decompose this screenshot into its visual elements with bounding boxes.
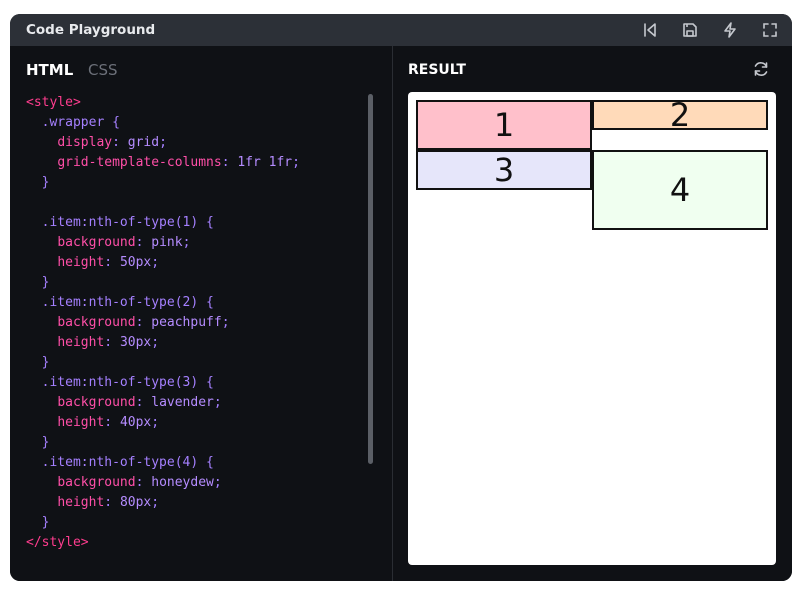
grid-item-2: 2: [592, 96, 768, 134]
editor-scrollbar[interactable]: [368, 94, 373, 464]
css-value: peachpuff: [151, 315, 222, 330]
style-close-tag: </style>: [26, 535, 89, 550]
close-brace: }: [41, 435, 50, 450]
code-editor-pane: HTML CSS <style> .wrapper { display: gri…: [10, 46, 392, 581]
css-value: pink: [151, 235, 183, 250]
code-editor[interactable]: <style> .wrapper { display: grid; grid-t…: [26, 93, 300, 553]
css-value: 50px: [119, 255, 152, 270]
css-property: height: [57, 335, 105, 350]
refresh-icon[interactable]: [752, 60, 770, 78]
css-value: 30px: [119, 335, 152, 350]
css-property: height: [57, 255, 105, 270]
title-bar: Code Playground: [10, 14, 792, 46]
grid-item-1: 1: [416, 100, 592, 150]
close-brace: }: [41, 355, 50, 370]
close-brace: }: [41, 175, 50, 190]
window-title: Code Playground: [26, 22, 156, 38]
css-property: background: [57, 315, 136, 330]
tab-html[interactable]: HTML: [26, 60, 73, 80]
css-value: lavender: [151, 395, 214, 410]
fullscreen-icon[interactable]: [761, 21, 779, 39]
css-value: grid: [127, 135, 160, 150]
css-property: background: [57, 395, 136, 410]
wrapper-selector: .wrapper {: [41, 115, 120, 130]
style-open-tag: <style>: [26, 95, 81, 110]
close-brace: }: [41, 515, 50, 530]
grid-item-4: 4: [592, 150, 768, 230]
css-property: display: [57, 135, 113, 150]
css-value: honeydew: [151, 475, 214, 490]
css-property: height: [57, 415, 105, 430]
reset-icon[interactable]: [641, 21, 659, 39]
code-playground-window: Code Playground HTML CSS <style> .wrappe…: [10, 14, 792, 581]
tab-css[interactable]: CSS: [88, 60, 118, 80]
item-selector: .item:nth-of-type(2) {: [41, 295, 214, 310]
css-value: 80px: [119, 495, 152, 510]
result-preview: 1 2 3 4: [408, 92, 776, 565]
css-property: background: [57, 475, 136, 490]
result-heading: RESULT: [408, 62, 466, 78]
css-value: 1fr 1fr: [237, 155, 293, 170]
item-selector: .item:nth-of-type(4) {: [41, 455, 214, 470]
css-property: height: [57, 495, 105, 510]
css-property: grid-template-columns: [57, 155, 222, 170]
css-property: background: [57, 235, 136, 250]
item-selector: .item:nth-of-type(1) {: [41, 215, 214, 230]
close-brace: }: [41, 275, 50, 290]
item-selector: .item:nth-of-type(3) {: [41, 375, 214, 390]
save-icon[interactable]: [681, 21, 699, 39]
grid-item-3: 3: [416, 150, 592, 190]
result-pane: RESULT 1 2 3 4: [393, 46, 792, 581]
lightning-icon[interactable]: [721, 21, 739, 39]
css-value: 40px: [119, 415, 152, 430]
